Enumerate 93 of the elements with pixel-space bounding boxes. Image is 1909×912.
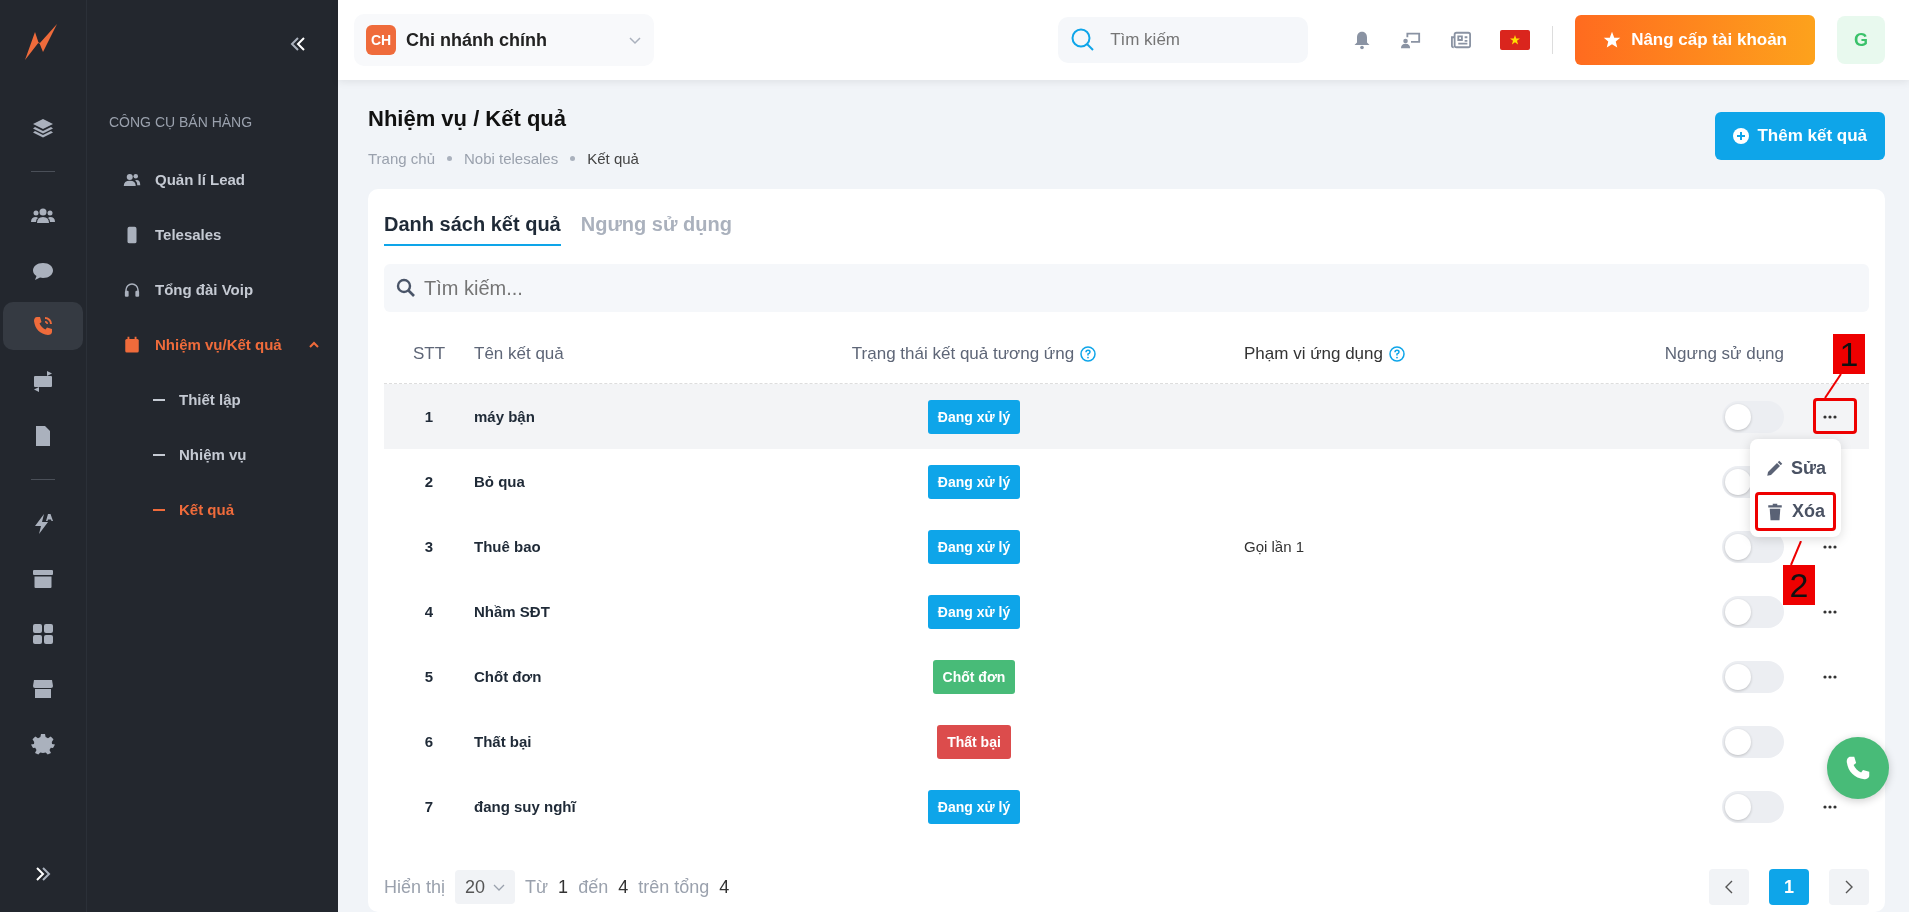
table-cell: 4: [424, 603, 434, 620]
branch-badge: CH: [366, 25, 396, 55]
chevron-right-icon: [1844, 880, 1854, 894]
pagination-label: trên tổng: [638, 876, 710, 898]
flag-icon[interactable]: [1500, 30, 1531, 50]
table-cell: 7: [424, 798, 434, 815]
phone-icon: [31, 314, 55, 338]
table-cell: máy bận: [474, 408, 535, 425]
toggle-switch[interactable]: [1722, 790, 1784, 823]
status-badge: Thất bại: [937, 724, 1011, 759]
table-cell: Chốt đơn: [474, 668, 542, 685]
column-header: Phạm vi ứng dụng: [1244, 344, 1383, 364]
toggle-switch[interactable]: [1722, 660, 1784, 693]
sidebar-item[interactable]: Nhiệm vụ/Kết quả: [109, 317, 338, 372]
calendar-icon: [123, 335, 141, 354]
table-cell: 1: [424, 408, 434, 425]
column-header: Ngưng sử dụng: [1664, 344, 1784, 364]
table-row[interactable]: 7 đang suy nghĩ Đang xử lý: [384, 774, 1784, 839]
archive-icon: [31, 567, 55, 591]
search-icon: [396, 278, 416, 298]
submenu-item[interactable]: Nhiệm vụ: [109, 427, 338, 482]
table-row[interactable]: 1 máy bận Đang xử lý: [384, 384, 1784, 449]
headset-icon: [123, 280, 141, 299]
search-field[interactable]: Tìm kiếm: [1058, 17, 1309, 63]
monitor-icon[interactable]: [1400, 30, 1423, 50]
sidebar-item[interactable]: Tổng đài Voip: [109, 262, 338, 317]
toggle-switch[interactable]: [1722, 725, 1784, 758]
sidebar-item[interactable]: Quản lí Lead: [109, 152, 338, 207]
pagination-value: 4: [618, 876, 629, 898]
help-icon[interactable]: [1080, 346, 1097, 362]
help-icon[interactable]: [1388, 346, 1405, 362]
tab[interactable]: Danh sách kết quả: [384, 207, 561, 246]
rail-item[interactable]: [3, 302, 83, 350]
page-title: Nhiệm vụ / Kết quả: [368, 106, 568, 132]
table-cell: Thuê bao: [474, 538, 541, 555]
table-cell: Bỏ qua: [474, 473, 525, 490]
annotation-number: 1: [1833, 334, 1865, 374]
status-badge: Đang xử lý: [927, 464, 1021, 499]
trash-icon: [1765, 502, 1784, 521]
search-input[interactable]: Tìm kiếm: [1108, 29, 1293, 51]
table-cell: Gọi lần 1: [1244, 538, 1305, 555]
breadcrumb: Kết quả: [587, 150, 639, 167]
table-cell: 2: [424, 473, 434, 490]
star-icon: [1603, 31, 1622, 49]
branch-selector[interactable]: CH Chi nhánh chính: [354, 14, 654, 66]
pagination-label: Từ: [525, 876, 549, 898]
annotation-box: [1813, 398, 1857, 434]
layers-icon: [31, 116, 55, 140]
submenu-item[interactable]: Thiết lập: [109, 372, 338, 427]
toggle-switch[interactable]: [1722, 400, 1784, 433]
pencil-icon: [1764, 459, 1783, 478]
next-page-button[interactable]: [1829, 869, 1869, 905]
pagination-label: đến: [578, 876, 609, 898]
table-cell: đang suy nghĩ: [474, 798, 576, 815]
grid-icon: [31, 622, 55, 646]
annotation-number: 2: [1783, 565, 1815, 605]
menu-item[interactable]: Sửa: [1753, 449, 1837, 488]
chevron-left-icon: [1724, 880, 1734, 894]
table-row[interactable]: 4 Nhầm SĐT Đang xử lý: [384, 579, 1784, 644]
menu-item[interactable]: Xóa: [1754, 492, 1836, 531]
column-header: Tên kết quả: [474, 344, 564, 364]
table-cell: 5: [424, 668, 434, 685]
store-icon: [31, 677, 55, 701]
sidebar-item[interactable]: Telesales: [109, 207, 338, 262]
money-icon: [31, 369, 55, 393]
status-badge: Chốt đơn: [932, 659, 1016, 694]
toggle-switch[interactable]: [1722, 595, 1784, 628]
pagination-value: 1: [558, 876, 569, 898]
table-cell: Thất bại: [474, 733, 532, 750]
search-input[interactable]: Tìm kiếm...: [422, 275, 1857, 301]
section-title: CÔNG CỤ BÁN HÀNG: [109, 114, 254, 130]
pagination-label: Hiển thị: [384, 876, 446, 898]
status-badge: Đang xử lý: [927, 789, 1021, 824]
table-row[interactable]: 5 Chốt đơn Chốt đơn: [384, 644, 1784, 709]
leader-line: [1823, 374, 1843, 398]
table-cell: 6: [424, 733, 434, 750]
table-cell: Nhầm SĐT: [474, 603, 550, 620]
newspaper-icon[interactable]: [1450, 30, 1473, 50]
page-size-select[interactable]: 20: [455, 870, 516, 904]
status-badge: Đang xử lý: [927, 594, 1021, 629]
pagination-value: 4: [719, 876, 730, 898]
plus-circle-icon: [1733, 128, 1750, 144]
settings-icon: [31, 732, 55, 756]
column-header: Trạng thái kết quả tương ứng: [851, 344, 1075, 364]
table-row[interactable]: 6 Thất bại Thất bại: [384, 709, 1784, 774]
previous-page-button[interactable]: [1709, 869, 1749, 905]
submenu-item[interactable]: Kết quả: [109, 482, 338, 537]
table-cell: 3: [424, 538, 434, 555]
status-badge: Đang xử lý: [927, 529, 1021, 564]
column-header: STT: [412, 344, 446, 364]
search-field[interactable]: Tìm kiếm...: [384, 264, 1869, 312]
status-badge: Đang xử lý: [927, 399, 1021, 434]
leader-line: [1789, 541, 1803, 565]
